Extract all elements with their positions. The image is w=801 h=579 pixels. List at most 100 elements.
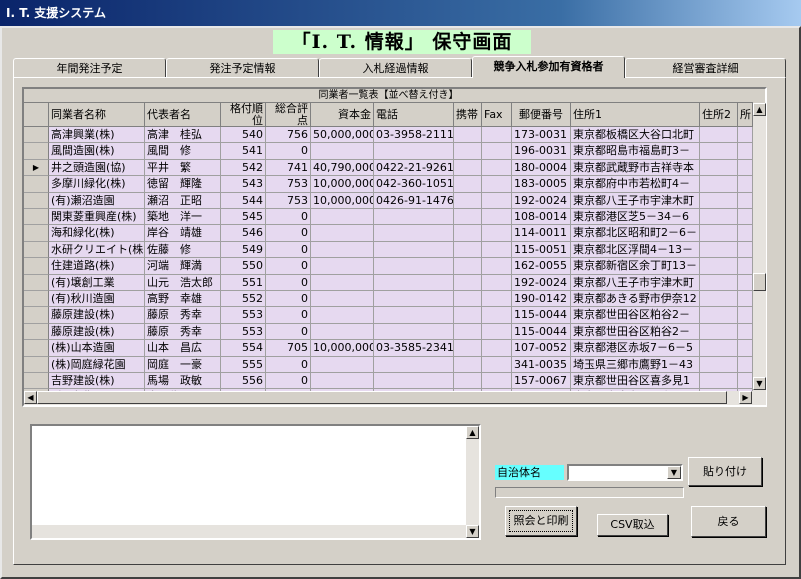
cell-representative[interactable]: 高津 桂弘 [145, 127, 221, 144]
cell-phone[interactable] [374, 291, 454, 308]
memo-textarea[interactable]: ▲ ▼ [30, 424, 481, 540]
cell-mobile[interactable] [454, 356, 482, 373]
cell-address1[interactable]: 東京都板橋区大谷口北町 [571, 127, 700, 144]
cell-representative[interactable]: 徳留 輝隆 [145, 176, 221, 193]
cell-fax[interactable] [482, 209, 512, 226]
cell-zip[interactable]: 108-0014 [512, 209, 571, 226]
cell-company-name[interactable]: (有)壌創工業 [49, 274, 145, 291]
cell-address2[interactable] [700, 307, 738, 324]
cell-address1[interactable]: 東京都北区昭和町2－6－ [571, 225, 700, 242]
cell-capital[interactable]: 10,000,000 [311, 192, 374, 209]
horizontal-scrollbar[interactable]: ◀ ▶ [24, 391, 766, 405]
cell-capital[interactable] [311, 274, 374, 291]
cell-rank[interactable]: 545 [221, 209, 266, 226]
table-row[interactable]: 藤原建設(株) 藤原 秀幸 553 0 115-0044 東京都世田谷区粕谷2－ [24, 323, 753, 341]
cell-fax[interactable] [482, 373, 512, 390]
cell-phone[interactable] [374, 209, 454, 226]
scroll-right-icon[interactable]: ▶ [739, 391, 752, 404]
cell-representative[interactable]: 平井 繁 [145, 159, 221, 177]
tab-annual-order-plan[interactable]: 年間発注予定 [13, 58, 166, 78]
cell-address2[interactable] [700, 291, 738, 308]
cell-rank[interactable]: 552 [221, 291, 266, 308]
header-address2[interactable]: 住所2 [700, 103, 738, 127]
row-selector[interactable] [24, 241, 49, 259]
cell-rank[interactable]: 553 [221, 323, 266, 341]
cell-address2[interactable] [700, 159, 738, 177]
header-fax[interactable]: Fax [482, 103, 512, 127]
table-row[interactable]: 関東菱重興産(株) 築地 洋一 545 0 108-0014 東京都港区芝5－34－6 [24, 209, 753, 226]
cell-rank[interactable]: 549 [221, 241, 266, 259]
header-representative[interactable]: 代表者名 [145, 103, 221, 127]
cell-address3[interactable] [738, 143, 753, 160]
cell-fax[interactable] [482, 323, 512, 341]
cell-representative[interactable]: 山元 浩太郎 [145, 274, 221, 291]
cell-mobile[interactable] [454, 225, 482, 242]
cell-company-name[interactable]: 吉野建設(株) [49, 373, 145, 390]
cell-company-name[interactable]: 海和緑化(株) [49, 225, 145, 242]
row-selector[interactable] [24, 307, 49, 324]
cell-representative[interactable]: 藤原 秀幸 [145, 323, 221, 341]
cell-capital[interactable] [311, 373, 374, 390]
cell-representative[interactable]: 瀬沼 正昭 [145, 192, 221, 209]
tab-qualified-bidders[interactable]: 競争入札参加有資格者 [472, 56, 625, 78]
cell-score[interactable]: 0 [266, 258, 311, 275]
cell-company-name[interactable]: 風間造園(株) [49, 143, 145, 160]
cell-score[interactable]: 0 [266, 307, 311, 324]
cell-phone[interactable] [374, 356, 454, 373]
cell-fax[interactable] [482, 225, 512, 242]
cell-capital[interactable]: 10,000,000 [311, 340, 374, 357]
table-row[interactable]: 水研クリエイト(株) 佐藤 修 549 0 115-0051 東京都北区浮間4－13－ [24, 241, 753, 259]
scroll-up-icon[interactable]: ▲ [753, 103, 766, 116]
cell-zip[interactable]: 183-0005 [512, 176, 571, 193]
row-selector[interactable] [24, 176, 49, 193]
cell-zip[interactable]: 173-0031 [512, 127, 571, 144]
row-selector[interactable] [24, 225, 49, 242]
cell-phone[interactable]: 03-3958-2111 [374, 127, 454, 144]
cell-score[interactable]: 753 [266, 176, 311, 193]
cell-rank[interactable]: 551 [221, 274, 266, 291]
cell-company-name[interactable]: 藤原建設(株) [49, 323, 145, 341]
lookup-print-button[interactable]: 照会と印刷 [505, 506, 577, 536]
row-selector[interactable] [24, 373, 49, 390]
cell-address3[interactable] [738, 373, 753, 390]
cell-representative[interactable]: 高野 幸雄 [145, 291, 221, 308]
cell-mobile[interactable] [454, 127, 482, 144]
back-button[interactable]: 戻る [691, 506, 766, 537]
cell-score[interactable]: 753 [266, 192, 311, 209]
cell-phone[interactable]: 042-360-1051 [374, 176, 454, 193]
cell-zip[interactable]: 190-0142 [512, 291, 571, 308]
memo-vscroll-track[interactable] [466, 439, 479, 525]
table-row[interactable]: (株)岡庭緑花園 岡庭 一豪 555 0 341-0035 埼玉県三郷市鷹野1－43 [24, 356, 753, 373]
cell-address2[interactable] [700, 209, 738, 226]
cell-company-name[interactable]: 住建道路(株) [49, 258, 145, 275]
cell-address2[interactable] [700, 192, 738, 209]
cell-address3[interactable] [738, 159, 753, 177]
cell-address1[interactable]: 東京都世田谷区粕谷2－ [571, 323, 700, 341]
cell-fax[interactable] [482, 258, 512, 275]
cell-rank[interactable]: 544 [221, 192, 266, 209]
cell-fax[interactable] [482, 291, 512, 308]
cell-phone[interactable] [374, 274, 454, 291]
cell-score[interactable]: 0 [266, 274, 311, 291]
table-row[interactable]: 高津興業(株) 高津 桂弘 540 756 50,000,000 03-3958-2111… [24, 127, 753, 144]
table-row[interactable]: 海和緑化(株) 岸谷 靖雄 546 0 114-0011 東京都北区昭和町2－6－ [24, 225, 753, 242]
cell-phone[interactable] [374, 258, 454, 275]
cell-company-name[interactable]: (有)瀬沼造園 [49, 192, 145, 209]
cell-zip[interactable]: 107-0052 [512, 340, 571, 357]
cell-fax[interactable] [482, 159, 512, 177]
table-row[interactable]: (有)瀬沼造園 瀬沼 正昭 544 753 10,000,000 0426-91-1476… [24, 192, 753, 209]
cell-capital[interactable] [311, 323, 374, 341]
table-row[interactable]: 住建道路(株) 河端 輝満 550 0 162-0055 東京都新宿区余丁町13－ [24, 258, 753, 275]
header-mobile[interactable]: 携帯 [454, 103, 482, 127]
cell-company-name[interactable]: 関東菱重興産(株) [49, 209, 145, 226]
header-zip[interactable]: 郵便番号 [512, 103, 571, 127]
row-selector-icon[interactable]: ▶ [24, 159, 49, 177]
cell-zip[interactable]: 196-0031 [512, 143, 571, 160]
row-selector[interactable] [24, 340, 49, 357]
tab-order-plan-info[interactable]: 発注予定情報 [166, 58, 319, 78]
cell-mobile[interactable] [454, 373, 482, 390]
jichitai-select[interactable]: ▼ [567, 464, 683, 481]
header-capital[interactable]: 資本金 [311, 103, 374, 127]
row-selector[interactable] [24, 356, 49, 373]
cell-zip[interactable]: 114-0011 [512, 225, 571, 242]
